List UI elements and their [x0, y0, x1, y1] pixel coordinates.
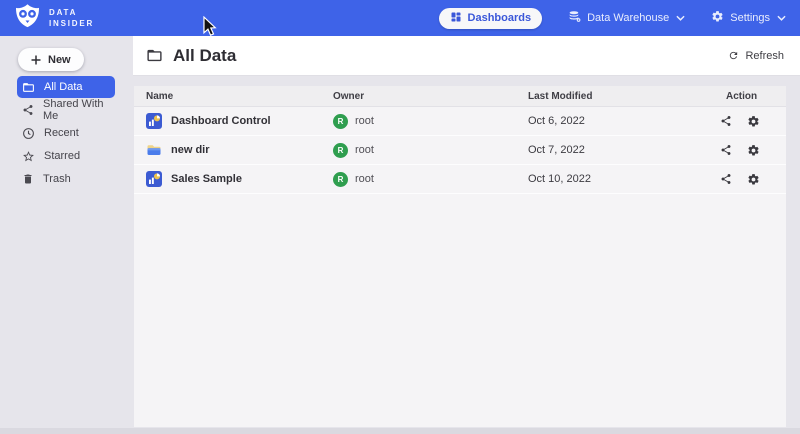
top-header-bar: DATA INSIDER Dashboards	[0, 0, 800, 36]
owner-cell: R root	[333, 136, 374, 164]
nav-dashboards-button[interactable]: Dashboards	[439, 8, 543, 29]
column-header-owner: Owner	[333, 86, 364, 107]
owner-cell: R root	[333, 107, 374, 135]
sidebar-item-label: Trash	[43, 173, 71, 185]
table-row[interactable]: Sales Sample R root Oct 10, 2022	[134, 165, 786, 194]
new-button[interactable]: New	[18, 48, 84, 71]
actions-cell	[720, 136, 760, 164]
window-bottom-edge	[0, 428, 800, 434]
nav-settings-label: Settings	[730, 12, 770, 24]
owl-logo-icon	[14, 3, 41, 33]
page-title-label: All Data	[173, 46, 236, 66]
last-modified-cell: Oct 7, 2022	[528, 136, 585, 164]
gear-icon	[711, 10, 724, 26]
sidebar-item-label: Shared With Me	[43, 98, 115, 122]
refresh-button[interactable]: Refresh	[728, 50, 784, 62]
column-header-name: Name	[146, 86, 173, 107]
chevron-down-icon	[676, 15, 685, 21]
dashboard-icon	[450, 11, 462, 26]
column-header-action: Action	[726, 86, 757, 107]
sidebar-item-starred[interactable]: Starred	[17, 145, 115, 167]
nav-data-warehouse-label: Data Warehouse	[587, 12, 669, 24]
sidebar-item-trash[interactable]: Trash	[17, 168, 115, 190]
dashboard-file-icon	[146, 113, 162, 129]
sidebar-item-label: All Data	[44, 81, 83, 93]
sidebar-item-all-data[interactable]: All Data	[17, 76, 115, 98]
trash-icon	[22, 173, 34, 185]
owner-name: root	[355, 115, 374, 127]
page-title: All Data	[146, 46, 236, 66]
top-nav: Dashboards Data Warehouse	[439, 8, 786, 29]
chevron-down-icon	[777, 15, 786, 21]
sidebar-menu: All Data Shared With Me Recent Starr	[0, 76, 133, 191]
sidebar-item-shared-with-me[interactable]: Shared With Me	[17, 99, 115, 121]
table-row[interactable]: Dashboard Control R root Oct 6, 2022	[134, 107, 786, 136]
file-name: Dashboard Control	[171, 115, 271, 127]
table-header-row: Name Owner Last Modified Action	[134, 86, 786, 107]
column-header-last-modified: Last Modified	[528, 86, 592, 107]
folder-icon	[146, 47, 163, 64]
file-name-cell: Dashboard Control	[146, 107, 271, 135]
folder-file-icon	[146, 142, 162, 158]
brand-logo: DATA INSIDER	[14, 3, 94, 33]
clock-icon	[22, 127, 35, 140]
brand-name: DATA INSIDER	[49, 7, 94, 29]
plus-icon	[31, 55, 41, 65]
file-name-cell: Sales Sample	[146, 165, 242, 193]
last-modified-cell: Oct 6, 2022	[528, 107, 585, 135]
main-content: All Data Refresh Name Owner Last Modifie…	[133, 36, 800, 428]
actions-cell	[720, 165, 760, 193]
database-icon	[568, 10, 581, 26]
sidebar: New All Data Shared With Me Rece	[0, 36, 133, 428]
share-icon[interactable]	[720, 115, 732, 127]
nav-settings-menu[interactable]: Settings	[711, 10, 786, 26]
file-name: Sales Sample	[171, 173, 242, 185]
sidebar-item-label: Recent	[44, 127, 79, 139]
owner-avatar: R	[333, 143, 348, 158]
dashboard-file-icon	[146, 171, 162, 187]
refresh-icon	[728, 50, 739, 61]
nav-dashboards-label: Dashboards	[468, 12, 532, 24]
gear-icon[interactable]	[747, 173, 760, 186]
share-icon[interactable]	[720, 173, 732, 185]
sidebar-item-recent[interactable]: Recent	[17, 122, 115, 144]
owner-name: root	[355, 173, 374, 185]
refresh-label: Refresh	[745, 50, 784, 62]
last-modified-cell: Oct 10, 2022	[528, 165, 591, 193]
page-title-bar: All Data Refresh	[133, 36, 800, 76]
nav-data-warehouse-menu[interactable]: Data Warehouse	[568, 10, 685, 26]
new-button-label: New	[48, 54, 71, 66]
file-name-cell: new dir	[146, 136, 210, 164]
owner-cell: R root	[333, 165, 374, 193]
share-icon	[22, 104, 34, 116]
table-row[interactable]: new dir R root Oct 7, 2022	[134, 136, 786, 165]
gear-icon[interactable]	[747, 144, 760, 157]
actions-cell	[720, 107, 760, 135]
owner-avatar: R	[333, 172, 348, 187]
gear-icon[interactable]	[747, 115, 760, 128]
share-icon[interactable]	[720, 144, 732, 156]
app-window: DATA INSIDER Dashboards	[0, 0, 800, 434]
owner-name: root	[355, 144, 374, 156]
sidebar-item-label: Starred	[44, 150, 80, 162]
file-name: new dir	[171, 144, 210, 156]
file-table-panel: Name Owner Last Modified Action Dashboar…	[134, 86, 786, 427]
star-icon	[22, 150, 35, 163]
folder-icon	[22, 81, 35, 94]
owner-avatar: R	[333, 114, 348, 129]
